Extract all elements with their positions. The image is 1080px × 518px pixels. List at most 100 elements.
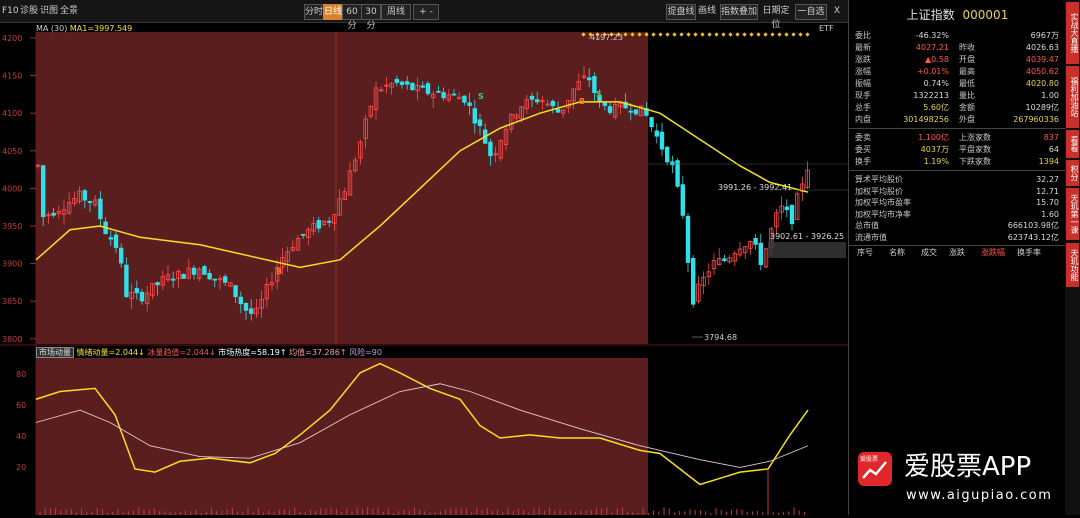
candle-body [436, 90, 441, 93]
candle-body [535, 99, 540, 103]
sidebar-points[interactable]: 积分 [1066, 160, 1079, 186]
price-line-dropdown[interactable]: 提盘线 [666, 4, 696, 20]
candle-body [488, 141, 493, 157]
quote-value: ▲0.58 [925, 55, 949, 64]
kline-chart[interactable]: 4200 4150 4100 4050 4000 3950 3900 3850 3800 80 6… [0, 22, 848, 515]
chart-trend-icon [862, 461, 887, 479]
kline-svg[interactable]: 4200 4150 4100 4050 4000 3950 3900 3850 3800 80 6… [0, 22, 848, 515]
zoom-buttons[interactable]: + - [413, 4, 439, 20]
quote-value: 1322213 [913, 91, 949, 100]
quote-value-2: 1394 [1038, 157, 1059, 166]
sidebar-features[interactable]: 天玑功能 [1066, 243, 1079, 287]
signal-diamond [777, 32, 782, 37]
quote-value-2: 1.00 [1041, 91, 1059, 100]
logo-badge: 爱股票 [858, 452, 892, 486]
ma-legend-label: MA [36, 24, 49, 33]
indicator-dropdown[interactable]: 市场动量 [36, 347, 74, 358]
sidebar-course[interactable]: 天玑第一课 [1066, 188, 1079, 240]
candle-body [233, 285, 238, 298]
ma-legend: MA (30) MA1=3997.549 [36, 24, 132, 33]
indicator-tick: 60 [16, 401, 26, 410]
candle-body [238, 296, 243, 305]
candle-body [425, 83, 431, 94]
period-weekly-dropdown[interactable]: 周线 [381, 4, 411, 20]
quote-value-2: 10289亿 [1025, 103, 1059, 112]
quote-row: 现手 1322213 量比 1.00 [849, 90, 1066, 102]
candle-body [680, 184, 685, 216]
quote-value: -46.32% [915, 31, 949, 40]
candle-body [119, 247, 124, 264]
period-daily-tab[interactable]: 日线 [323, 4, 343, 20]
candle-body [685, 215, 691, 263]
quote-value: 0.74% [923, 79, 949, 88]
f10-button[interactable]: F10 [2, 4, 19, 18]
sidebar-look[interactable]: 看看 [1066, 130, 1079, 158]
candle-body [602, 102, 607, 106]
candle-body [316, 220, 321, 229]
diagnose-button[interactable]: 诊股 [20, 4, 38, 18]
candle-body [124, 264, 129, 297]
sidebar-live[interactable]: 实战大直播 [1066, 2, 1079, 64]
stock-name: 上证指数 [906, 8, 955, 22]
highlight-region-lower [36, 358, 648, 515]
range1-label: 3991.26 - 3992.41 [718, 183, 792, 192]
period-intraday-tab[interactable]: 分时 [304, 4, 324, 20]
quote-value-2: 837 [1043, 133, 1059, 142]
stats-label: 加权平均市盈率 [855, 198, 911, 207]
quote-label: 涨幅 [855, 67, 871, 76]
candle-body [212, 278, 217, 281]
quote-row: 涨幅 +0.01% 最高 4050.62 [849, 66, 1066, 78]
quote-value-2: 64 [1048, 145, 1059, 154]
highlight-region-upper [36, 32, 648, 344]
quote-panel: 上证指数 000001 委比 -46.32% 6967万 最新 4027.21 昨收 402… [848, 0, 1066, 515]
candle-body [394, 78, 399, 83]
signal-diamond [735, 32, 740, 37]
quote-value-2: 4039.47 [1025, 55, 1059, 64]
candle-body [82, 190, 87, 201]
quote-label-2: 昨收 [959, 43, 975, 52]
quote-label: 振幅 [855, 79, 871, 88]
index-overlay-dropdown[interactable]: 指数叠加 [720, 4, 758, 20]
column-header-5[interactable]: 换手率 [1017, 247, 1041, 259]
candle-body [722, 258, 727, 262]
price-tick: 4200 [2, 34, 22, 43]
column-header-3[interactable]: 涨跌 [949, 247, 965, 259]
quote-value: 5.60亿 [923, 103, 949, 112]
signal-diamond [791, 32, 796, 37]
signal-diamond [700, 32, 705, 37]
stats-value: 12.71 [1036, 186, 1059, 196]
quote-label-2: 开盘 [959, 55, 975, 64]
column-header-0[interactable]: 序号 [857, 247, 873, 259]
signal-diamond [672, 32, 677, 37]
period-60min-tab[interactable]: 60分 [342, 4, 362, 31]
period-30min-tab[interactable]: 30分 [361, 4, 381, 31]
column-header-4[interactable]: 涨跌幅 [981, 247, 1005, 259]
sidebar-welfare[interactable]: 福利加油站 [1066, 66, 1079, 128]
etf-label[interactable]: ETF [819, 24, 834, 33]
candle-body [789, 204, 795, 225]
column-header-2[interactable]: 成交 [921, 247, 937, 259]
candle-body [51, 212, 56, 216]
signal-diamond [770, 32, 775, 37]
panorama-button[interactable]: 全景 [60, 4, 78, 18]
recognize-button[interactable]: 识图 [40, 4, 58, 18]
price-tick: 3900 [2, 260, 22, 269]
quote-value: 4027.21 [915, 43, 949, 52]
watchlist-dropdown[interactable]: 一自选 [795, 4, 827, 20]
stats-row: 算术平均股价 32.27 [849, 174, 1066, 186]
draw-line-button[interactable]: 画线 [698, 4, 716, 18]
column-header-1[interactable]: 名称 [889, 247, 905, 259]
stats-label: 加权平均市净率 [855, 209, 911, 219]
logo-url: www.aigupiao.com [906, 488, 1053, 503]
signal-s2: S [596, 90, 602, 99]
price-tick: 4050 [2, 147, 22, 156]
stats-label: 总市值 [855, 221, 879, 230]
quote-row: 换手 1.19% 下跌家数 1394 [849, 156, 1066, 168]
quote-value-2: 4026.63 [1025, 43, 1059, 52]
close-icon[interactable]: X [832, 4, 842, 18]
date-locate-button[interactable]: 日期定位 [760, 4, 792, 30]
signal-diamond [658, 32, 663, 37]
candle-body [113, 234, 119, 248]
separator [849, 245, 1066, 246]
signal-diamond [679, 32, 684, 37]
